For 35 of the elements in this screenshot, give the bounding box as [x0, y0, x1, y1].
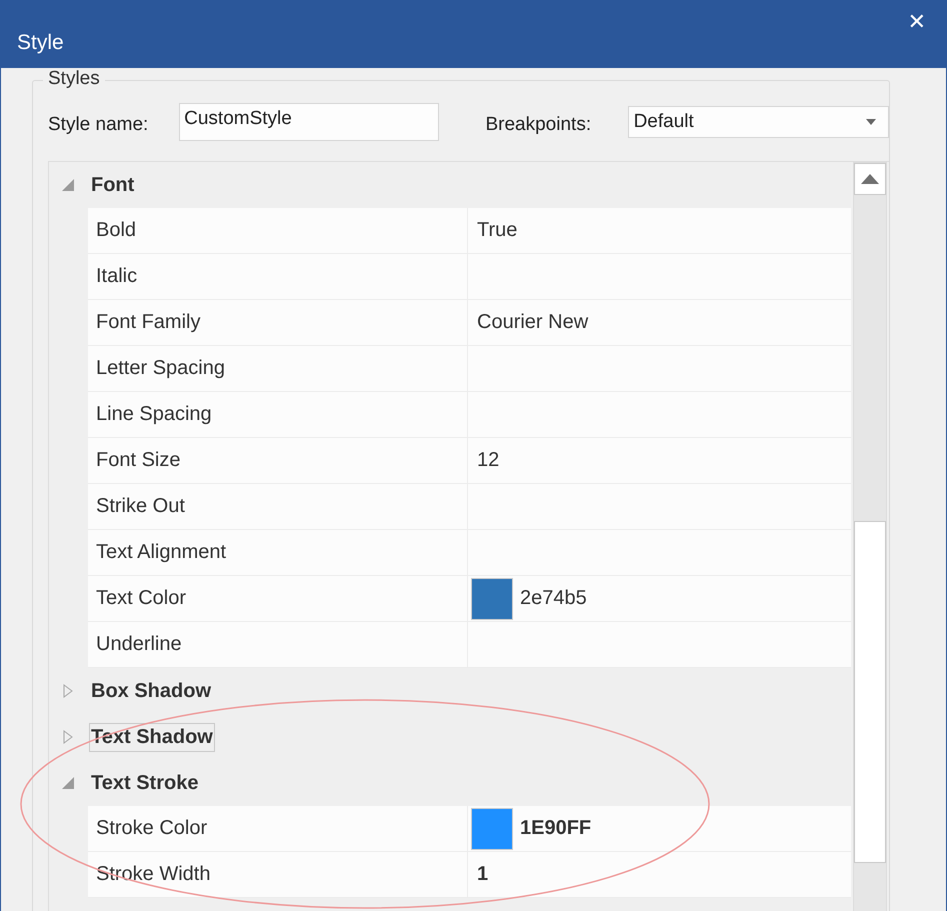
property-name[interactable]: Font Family — [88, 300, 468, 345]
style-name-field[interactable]: CustomStyle — [179, 103, 440, 141]
expanded-triangle-icon[interactable] — [61, 776, 75, 790]
property-value[interactable]: 1E90FF — [520, 817, 592, 840]
caret-icon — [866, 119, 876, 125]
property-value[interactable]: 12 — [477, 449, 500, 472]
property-name[interactable]: Bold — [88, 208, 468, 253]
close-button[interactable]: ✕ — [902, 8, 932, 36]
property-name[interactable]: Font Size — [88, 438, 468, 483]
dropdown-value: Default — [634, 111, 694, 133]
property-value[interactable]: 2e74b5 — [520, 587, 587, 610]
scrollbar-thumb[interactable] — [854, 521, 886, 863]
property-name[interactable]: Stroke Color — [88, 806, 468, 851]
category-header[interactable]: Text Shadow — [89, 722, 215, 752]
property-value[interactable]: Courier New — [477, 311, 588, 334]
scrollbar[interactable] — [853, 162, 887, 911]
group-title: Styles — [43, 68, 105, 90]
category-header[interactable]: Text Stroke — [89, 768, 200, 798]
style-name-label: Style name: — [48, 114, 150, 136]
category-header[interactable]: Box Shadow — [89, 676, 214, 706]
collapsed-triangle-icon[interactable] — [61, 730, 75, 744]
breakpoints-label: Breakpoints: — [485, 114, 592, 136]
property-value[interactable]: 1 — [477, 863, 488, 886]
color-swatch[interactable] — [471, 808, 513, 850]
scroll-up-button[interactable] — [854, 163, 886, 195]
up-arrow-icon — [861, 174, 879, 184]
color-swatch[interactable] — [471, 578, 513, 620]
property-name[interactable]: Text Color — [88, 576, 468, 621]
expanded-triangle-icon[interactable] — [61, 178, 75, 192]
window-title: Style — [17, 31, 64, 55]
breakpoints-dropdown[interactable]: Default — [628, 106, 889, 138]
category-header[interactable]: Font — [89, 170, 136, 200]
property-value[interactable]: True — [477, 219, 518, 242]
property-name[interactable]: Stroke Width — [88, 852, 468, 897]
collapsed-triangle-icon[interactable] — [61, 684, 75, 698]
